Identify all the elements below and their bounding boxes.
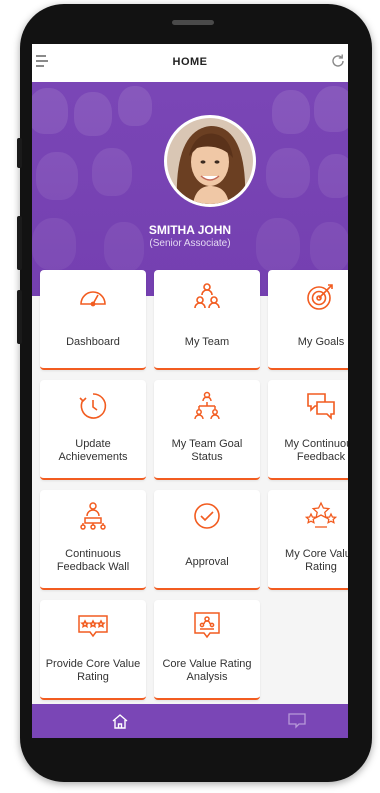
- tile-label: Update Achievements: [58, 438, 128, 463]
- tile-my-goals[interactable]: My Goals: [268, 270, 348, 370]
- speedometer-icon: [77, 280, 109, 312]
- tile-my-team-goal-status[interactable]: My Team Goal Status: [154, 380, 260, 480]
- home-icon[interactable]: [111, 712, 129, 730]
- tile-label: My Core Value Rating: [285, 548, 348, 573]
- phone-side-button: [17, 138, 22, 168]
- profile-name: SMITHA JOHN: [148, 223, 232, 237]
- tile-my-team[interactable]: My Team: [154, 270, 260, 370]
- page-title: HOME: [172, 56, 208, 68]
- chat-bubbles-icon: [305, 390, 337, 422]
- profile-banner: SMITHA JOHN (Senior Associate): [32, 82, 348, 296]
- analysis-bubble-icon: [191, 610, 223, 642]
- tile-label: My Goals: [297, 336, 345, 348]
- tile-continuous-feedback-wall[interactable]: Continuous Feedback Wall: [40, 490, 146, 590]
- hierarchy-icon: [191, 390, 223, 422]
- tile-label: Core Value Rating Analysis: [162, 658, 252, 683]
- phone-speaker: [172, 20, 214, 25]
- top-bar: HOME: [32, 44, 348, 82]
- tile-label: Approval: [185, 556, 229, 568]
- tile-label: Provide Core Value Rating: [45, 658, 141, 683]
- tile-label: My Continuous Feedback: [284, 438, 348, 463]
- rating-bubble-icon: [77, 610, 109, 642]
- chat-icon[interactable]: [288, 713, 306, 729]
- tile-label: Dashboard: [66, 336, 120, 348]
- check-circle-icon: [191, 500, 223, 532]
- phone-side-button: [17, 290, 22, 344]
- avatar[interactable]: [164, 115, 256, 207]
- tile-dashboard[interactable]: Dashboard: [40, 270, 146, 370]
- tile-core-value-rating-analysis[interactable]: Core Value Rating Analysis: [154, 600, 260, 700]
- tile-my-core-value-rating[interactable]: My Core Value Rating: [268, 490, 348, 590]
- target-icon: [305, 280, 337, 312]
- tile-my-continuous-feedback[interactable]: My Continuous Feedback: [268, 380, 348, 480]
- team-icon: [191, 280, 223, 312]
- refresh-icon[interactable]: [330, 53, 346, 69]
- tile-label: My Team Goal Status: [171, 438, 243, 463]
- update-clock-icon: [77, 390, 109, 422]
- profile-role: (Senior Associate): [149, 238, 231, 249]
- stars-icon: [304, 500, 338, 532]
- tile-label: Continuous Feedback Wall: [56, 548, 130, 573]
- bottom-navigation: [32, 704, 348, 738]
- tile-update-achievements[interactable]: Update Achievements: [40, 380, 146, 480]
- feedback-wall-icon: [77, 500, 109, 532]
- tile-label: My Team: [184, 336, 230, 348]
- tile-approval[interactable]: Approval: [154, 490, 260, 590]
- phone-side-button: [17, 216, 22, 270]
- app-screen: HOME SMITHA JOHN (Senior Associate) Dash…: [32, 44, 348, 738]
- tile-provide-core-value-rating[interactable]: Provide Core Value Rating: [40, 600, 146, 700]
